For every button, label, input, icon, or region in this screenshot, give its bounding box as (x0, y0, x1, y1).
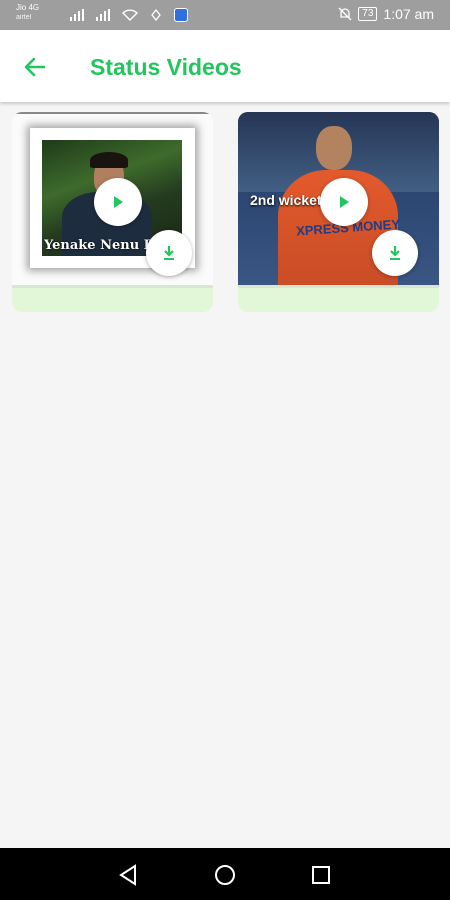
download-icon (164, 246, 174, 260)
data-icon (151, 9, 161, 21)
play-icon (114, 196, 123, 208)
card-divider (238, 285, 439, 288)
person-hair (90, 152, 128, 168)
download-button[interactable] (146, 230, 192, 276)
play-button[interactable] (320, 178, 368, 226)
battery-icon: 73 (358, 7, 378, 21)
app-notification-icon (174, 8, 188, 22)
signal-icon (70, 9, 84, 21)
carrier-name-primary: Jio 4G (16, 3, 40, 12)
status-icons (70, 8, 188, 22)
mute-icon (338, 7, 352, 21)
wifi-icon (122, 9, 138, 21)
play-icon (340, 196, 349, 208)
status-right: 73 1:07 am (338, 6, 434, 22)
triangle-back-icon[interactable] (114, 860, 144, 890)
page-title: Status Videos (90, 54, 242, 80)
thumbnail-border (12, 112, 213, 114)
signal-icon-2 (96, 9, 110, 21)
player-head (316, 126, 352, 170)
arrow-left-icon[interactable] (18, 50, 52, 84)
carrier-name-secondary: airtel (16, 14, 32, 21)
navigation-bar (0, 848, 450, 900)
circle-home-icon[interactable] (210, 860, 240, 890)
status-bar: Jio 4G airtel 73 1:07 am (0, 0, 450, 30)
download-icon (390, 246, 400, 260)
play-button[interactable] (94, 178, 142, 226)
app-bar: Status Videos (0, 30, 450, 102)
card-divider (12, 285, 213, 288)
video-card[interactable]: Yenake Nenu Ra (12, 112, 213, 312)
square-recents-icon[interactable] (306, 860, 336, 890)
clock: 1:07 am (383, 6, 434, 22)
video-card[interactable]: XPRESS MONEY 2nd wicket (238, 112, 439, 312)
carrier-info: Jio 4G airtel (16, 3, 39, 23)
video-caption: 2nd wicket (250, 192, 322, 208)
download-button[interactable] (372, 230, 418, 276)
